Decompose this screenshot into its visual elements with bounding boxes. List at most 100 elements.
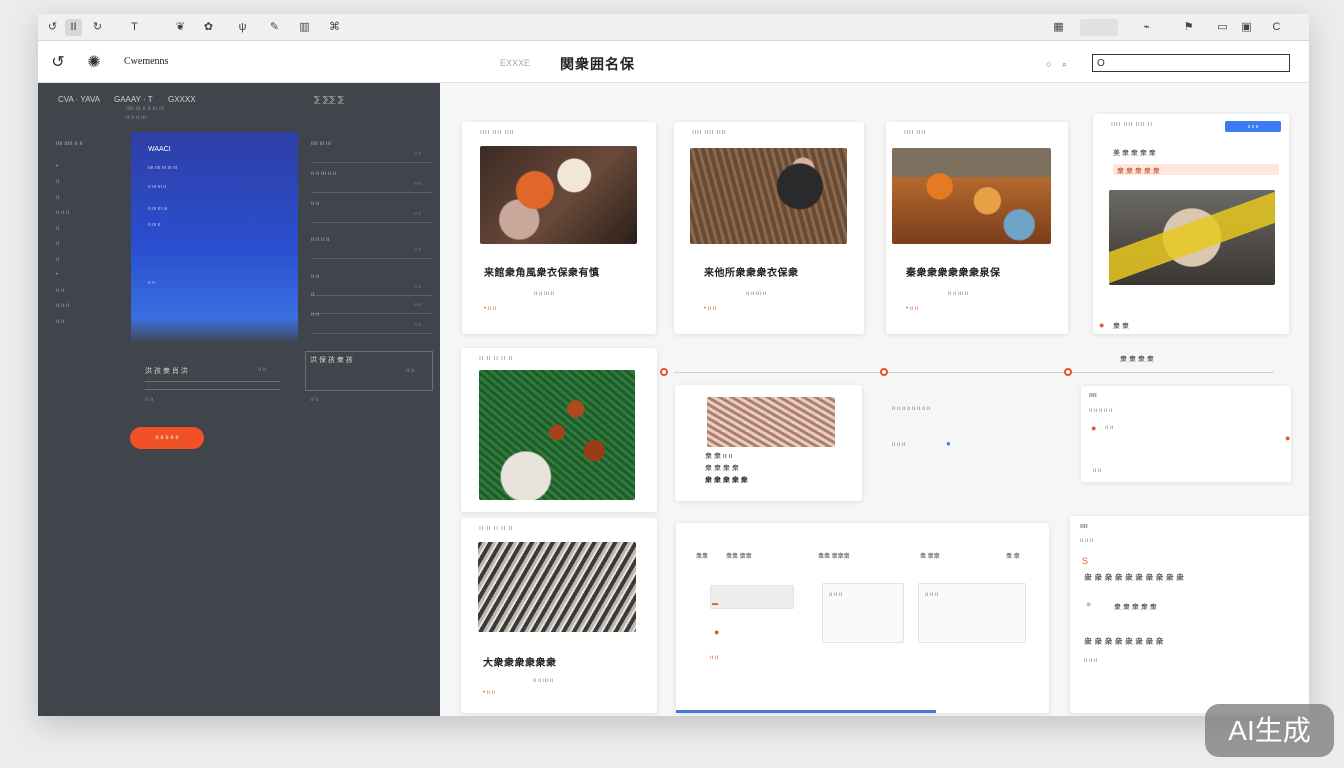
- section-note: ıı ıı: [310, 397, 319, 403]
- card-photo[interactable]: [478, 542, 636, 632]
- card-photo[interactable]: [690, 148, 847, 244]
- card-label: ıı ıı ıı ıı ıı: [479, 355, 514, 362]
- list-row[interactable]: 衆 衆 衆 衆 衆 衆 衆 衆: [1084, 636, 1164, 647]
- history-icon[interactable]: ↻: [89, 19, 106, 36]
- panel-icon[interactable]: ▣: [1238, 19, 1255, 36]
- search-icon[interactable]: ⌕: [1062, 59, 1067, 70]
- share-icon[interactable]: ⌁: [1138, 19, 1155, 36]
- status-circle-icon[interactable]: ○: [1046, 59, 1051, 69]
- book-icon[interactable]: ▥: [296, 19, 313, 36]
- card-title[interactable]: 大衆衆衆衆衆衆: [483, 654, 557, 669]
- feed-card-3[interactable]: ıııı ıııı 秦衆衆衆衆衆衆泉保 ıı ıı ııı ıı • ıı ıı: [886, 122, 1068, 334]
- list-card[interactable]: ıııı ıı ıı ıı S 衆 衆 衆 衆 衆 衆 衆 衆 衆 衆 ● 衆 …: [1070, 516, 1309, 713]
- refresh-icon[interactable]: ↺: [44, 19, 61, 36]
- column-header[interactable]: 衆 衆: [1006, 551, 1020, 560]
- profile-line: 美 衆 衆 衆 衆: [1113, 150, 1156, 157]
- tag-icon[interactable]: ⌘: [326, 19, 343, 36]
- sprout-icon[interactable]: ✿: [200, 19, 217, 36]
- table-card[interactable]: 衆衆 衆衆 衆衆 衆衆 衆衆衆 衆 衆衆 衆 衆 ▬ ıı ıı ıı ıı ı…: [676, 523, 1049, 713]
- flag-icon[interactable]: ⚑: [1180, 19, 1197, 36]
- nav-item[interactable]: ıı ıı ıı: [56, 303, 69, 309]
- nav-item[interactable]: ıı: [56, 226, 59, 232]
- nav-item[interactable]: •: [56, 164, 58, 170]
- divider: [145, 389, 280, 390]
- card-label: ıııı ıııı ıııı: [480, 129, 515, 136]
- nav-item[interactable]: ıı ıı ıı: [56, 210, 69, 216]
- tab-button[interactable]: [1080, 19, 1118, 36]
- nav-item[interactable]: ıı: [56, 241, 59, 247]
- follow-button[interactable]: ıı ıı ıı: [1225, 121, 1281, 132]
- feed-card-1[interactable]: ıııı ıııı ıııı 来館衆角風衆衣保衆有慎 ıı ıı ııı ıı …: [462, 122, 656, 334]
- product-photo[interactable]: [1109, 190, 1275, 285]
- column-header[interactable]: 衆衆 衆衆: [726, 551, 752, 560]
- tab-gxxxx[interactable]: GXXXX: [168, 95, 196, 104]
- list-row[interactable]: 衆 衆 衆 衆 衆 衆 衆 衆 衆 衆: [1084, 572, 1184, 583]
- primary-action-button[interactable]: ıı ıı ıı ıı ıı: [130, 427, 204, 449]
- mini-card[interactable]: [710, 585, 794, 609]
- leaf-icon[interactable]: ❦: [172, 19, 189, 36]
- mini-card[interactable]: ıı ıı ıı: [918, 583, 1026, 643]
- feed-card-2[interactable]: ıııı ıııı ıııı 来他所衆衆衆衣保衆 ıı ıı ııı ıı • …: [674, 122, 864, 334]
- form-row[interactable]: ıııı ııı ııı ıı ıı: [311, 139, 433, 163]
- item-icon: ●: [1086, 599, 1092, 609]
- card-meta: ıı ıı ııı ıı: [533, 678, 554, 684]
- comment-line: ıı ıı: [1093, 468, 1102, 474]
- column-header[interactable]: 衆衆 衆衆衆: [818, 551, 850, 560]
- nav-item[interactable]: ıı ıı: [56, 288, 64, 294]
- brush-icon[interactable]: ✎: [266, 19, 283, 36]
- plant-icon[interactable]: ψ: [234, 19, 251, 36]
- card-photo[interactable]: [479, 370, 635, 500]
- nav-item[interactable]: •: [56, 272, 58, 278]
- section-note: ıı ıı: [145, 397, 154, 403]
- timeline-sub: ıı ıı ıı: [892, 442, 906, 448]
- feed-card-5[interactable]: ıı ıı ıı ıı ıı: [461, 348, 657, 512]
- tab-right[interactable]: ⅀ ⅀⅀ ⅀: [314, 95, 344, 104]
- timeline-text: ıı ıı ıı ıı ıı ıı ıı ıı: [892, 406, 931, 412]
- tab-cva[interactable]: CVA · YAVA: [58, 95, 100, 104]
- text-tool-icon[interactable]: T: [126, 19, 143, 36]
- nav-item[interactable]: ıı: [56, 179, 59, 185]
- card-photo[interactable]: [480, 146, 637, 244]
- card-title[interactable]: 来館衆角風衆衣保衆有慎: [484, 264, 600, 279]
- window-icon[interactable]: ▭: [1214, 19, 1231, 36]
- form-row[interactable]: ıı ıı ıı ıı: [311, 199, 433, 223]
- comment-card[interactable]: ıııı ıı ıı ıı ıı ıı ● ıı ıı ıı ıı: [1081, 386, 1291, 482]
- column-header[interactable]: 衆衆: [696, 551, 708, 560]
- timeline-marker[interactable]: [880, 368, 888, 376]
- ai-generated-watermark: AI生成: [1205, 704, 1334, 757]
- card-photo[interactable]: [707, 397, 835, 447]
- mini-card[interactable]: ıı ıı ıı: [822, 583, 904, 643]
- header-subtitle: EXXXE: [500, 58, 531, 68]
- hero-card[interactable]: WAACI ıııı ıııı ııı ııı ııı ıı ııı ııı ı…: [131, 132, 298, 344]
- author-name[interactable]: 衆 衆: [1113, 321, 1129, 331]
- list-row[interactable]: 衆 衆 衆 衆 衆: [1114, 602, 1157, 612]
- reload-icon[interactable]: C: [1268, 19, 1285, 36]
- nav-item[interactable]: ıı: [56, 195, 59, 201]
- card-photo[interactable]: [892, 148, 1051, 244]
- layout-icon[interactable]: ▦: [1050, 19, 1067, 36]
- refresh-icon[interactable]: ↺: [48, 53, 68, 73]
- form-row[interactable]: ıı ıı ııı ıı ıı ıı ıı: [311, 169, 433, 193]
- nav-item[interactable]: ıı ıı: [56, 319, 64, 325]
- feed-card-7[interactable]: 衆 衆 ıı ıı 衆 衆 衆 衆 衆 衆 衆 衆 衆: [675, 385, 862, 501]
- mini-card-line: ıı ıı ıı: [829, 592, 843, 598]
- nav-item[interactable]: ıı: [56, 257, 59, 263]
- timeline-marker[interactable]: [660, 368, 668, 376]
- card-meta: ıı ıı ııı ıı: [746, 291, 767, 297]
- profile-card[interactable]: ıııı ıııı ıııı ıı ıı ıı ıı 美 衆 衆 衆 衆 衆 衆…: [1093, 114, 1289, 334]
- form-row[interactable]: ıı ıı ıı ıı: [311, 310, 433, 334]
- hero-line: ıı ııı ııı ıı: [148, 184, 167, 190]
- feed-card-6[interactable]: ıı ıı ıı ıı ıı 大衆衆衆衆衆衆 ıı ıı ııı ıı • ıı…: [461, 518, 657, 713]
- card-title[interactable]: 秦衆衆衆衆衆衆泉保: [906, 264, 1001, 279]
- form-value: ıı ıı: [414, 322, 421, 328]
- page-icon[interactable]: II: [65, 19, 82, 36]
- tab-gaaay[interactable]: GAAAY · T: [114, 95, 153, 104]
- card-tags: • ıı ıı: [483, 690, 496, 696]
- card-title[interactable]: 来他所衆衆衆衣保衆: [704, 264, 799, 279]
- form-row[interactable]: ıı ıı ıı ıı ıı ıı: [311, 235, 433, 259]
- column-header[interactable]: 衆 衆衆: [920, 551, 940, 560]
- heart-icon[interactable]: ●: [1285, 433, 1290, 443]
- search-input[interactable]: [1092, 54, 1290, 72]
- toolbar: ↺ II ↻ T ❦ ✿ ψ ✎ ▥ ⌘ ▦ ⌁ ⚑ ▭ ▣ C: [38, 14, 1309, 41]
- timeline-marker[interactable]: [1064, 368, 1072, 376]
